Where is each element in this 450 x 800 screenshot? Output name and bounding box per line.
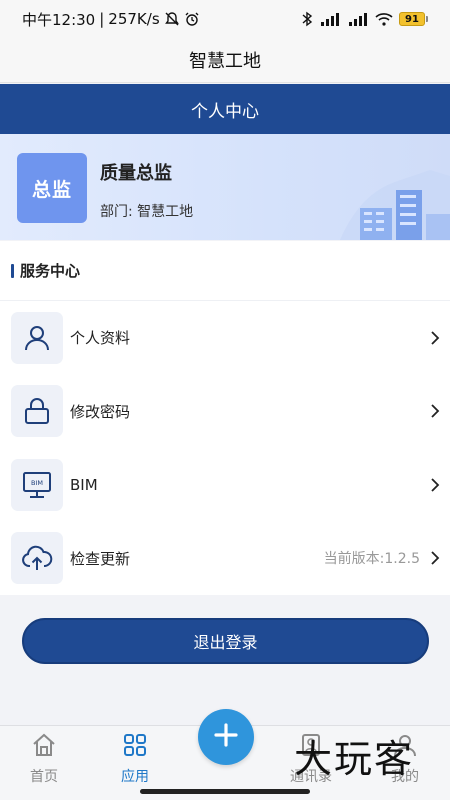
menu-item-check-update[interactable]: 检查更新 当前版本:1.2.5	[0, 522, 450, 596]
battery-level: 91	[399, 12, 425, 26]
page-header: 个人中心	[0, 84, 450, 134]
alarm-icon	[184, 11, 200, 27]
avatar[interactable]: 总监	[17, 153, 87, 223]
user-icon	[11, 311, 63, 364]
bim-icon-text: BIM	[31, 479, 43, 487]
tab-mine[interactable]: 我的	[370, 732, 440, 786]
status-bar: 中午12:30 | 257K/s 91	[0, 0, 450, 38]
menu-label-bim: BIM	[70, 475, 98, 494]
chevron-right-icon	[428, 331, 442, 345]
section-marker	[11, 263, 14, 278]
tab-apps[interactable]: 应用	[100, 732, 170, 786]
plus-icon	[213, 722, 239, 752]
menu-label-check-update: 检查更新	[70, 549, 131, 568]
bim-monitor-icon: BIM	[11, 458, 63, 511]
services-header: 服务中心	[0, 241, 450, 301]
logout-button[interactable]: 退出登录	[22, 618, 429, 664]
mute-icon	[164, 11, 180, 27]
tab-label-mine: 我的	[391, 769, 419, 785]
status-right: 91	[301, 11, 428, 27]
menu-item-bim[interactable]: BIM BIM	[0, 448, 450, 522]
menu-label-password: 修改密码	[70, 402, 131, 421]
chevron-right-icon	[428, 551, 442, 565]
home-icon	[31, 732, 57, 762]
buildings-illustration	[340, 170, 450, 240]
profile-dept: 部门: 智慧工地	[100, 201, 193, 221]
status-separator: |	[99, 10, 105, 28]
tab-label-apps: 应用	[121, 769, 149, 785]
home-indicator[interactable]	[140, 789, 310, 794]
wifi-icon	[375, 12, 393, 26]
menu-label-profile: 个人资料	[70, 329, 131, 348]
tab-home[interactable]: 首页	[9, 732, 79, 786]
battery-icon: 91	[399, 12, 428, 26]
tab-label-contacts: 通讯录	[290, 769, 332, 785]
profile-name: 质量总监	[100, 163, 172, 184]
dept-value: 智慧工地	[137, 204, 194, 220]
app-title: 智慧工地	[0, 38, 450, 83]
dept-label: 部门:	[100, 204, 133, 220]
tab-label-home: 首页	[30, 769, 58, 785]
signal-icon-2	[347, 12, 369, 26]
user-tab-icon	[392, 732, 418, 762]
contacts-icon	[298, 732, 324, 762]
tab-contacts[interactable]: 通讯录	[276, 732, 346, 786]
chevron-right-icon	[428, 478, 442, 492]
add-button[interactable]	[198, 709, 254, 765]
menu-item-profile[interactable]: 个人资料	[0, 301, 450, 375]
current-version: 当前版本:1.2.5	[323, 551, 420, 568]
chevron-right-icon	[428, 404, 442, 418]
lock-icon	[11, 385, 63, 438]
network-speed: 257K/s	[108, 10, 160, 28]
services-menu: 个人资料 修改密码 BIM BIM 检查更新 当前版本:1.2.5	[0, 301, 450, 595]
bluetooth-icon	[301, 11, 313, 27]
menu-item-password[interactable]: 修改密码	[0, 375, 450, 449]
profile-card: 总监 质量总监 部门: 智慧工地	[0, 134, 450, 240]
grid-icon	[122, 732, 148, 762]
services-title: 服务中心	[20, 262, 81, 280]
cloud-upload-icon	[11, 532, 63, 585]
status-left: 中午12:30 | 257K/s	[22, 9, 301, 30]
signal-icon-1	[319, 12, 341, 26]
page-title: 个人中心	[191, 101, 259, 122]
status-time: 中午12:30	[22, 10, 96, 29]
